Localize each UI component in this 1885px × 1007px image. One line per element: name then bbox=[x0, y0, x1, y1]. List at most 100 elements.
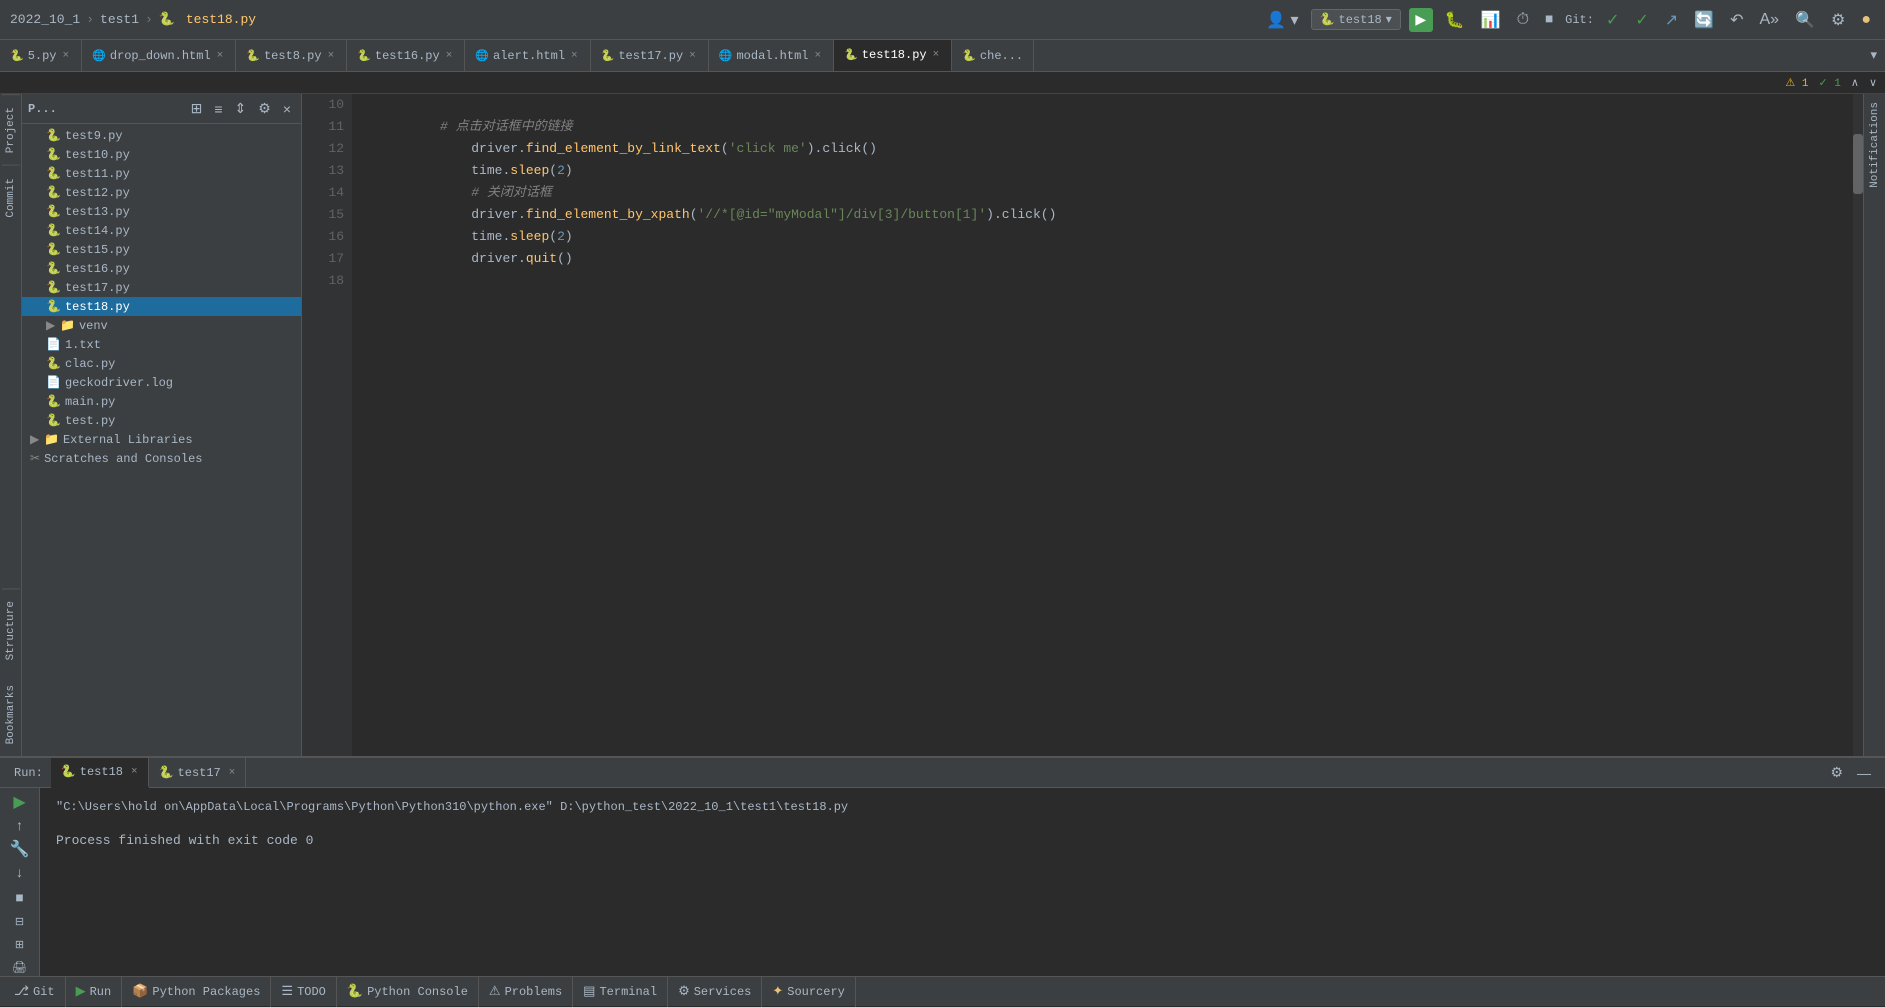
tab-dropdown-html[interactable]: 🌐 drop_down.html × bbox=[82, 40, 236, 72]
tree-item-test18[interactable]: 🐍 test18.py bbox=[22, 297, 301, 316]
tab-close-alert[interactable]: × bbox=[569, 50, 580, 62]
tab-5py[interactable]: 🐍 5.py × bbox=[0, 40, 82, 72]
status-python-console[interactable]: 🐍 Python Console bbox=[337, 977, 479, 1007]
run-scroll-up-button[interactable]: ↑ bbox=[5, 816, 35, 835]
run-settings-button[interactable]: ⚙ bbox=[1826, 762, 1847, 783]
tab-test17py[interactable]: 🐍 test17.py × bbox=[591, 40, 709, 72]
branch-selector[interactable]: 🐍 test18 ▾ bbox=[1311, 9, 1401, 30]
status-python-packages[interactable]: 📦 Python Packages bbox=[122, 977, 271, 1007]
project-toolbar-layout[interactable]: ⊞ bbox=[187, 98, 207, 119]
expand-issues-button[interactable]: ∧ bbox=[1851, 76, 1859, 90]
tab-close-test16[interactable]: × bbox=[444, 50, 455, 62]
breadcrumb-part1[interactable]: 2022_10_1 bbox=[10, 12, 80, 27]
tree-item-geckodriver[interactable]: 📄 geckodriver.log bbox=[22, 373, 301, 392]
stop-button[interactable]: ⏹ bbox=[1541, 9, 1557, 31]
debug-button[interactable]: 🐛 bbox=[1441, 8, 1469, 32]
avatar-button[interactable]: ● bbox=[1857, 9, 1875, 31]
tab-overflow-button[interactable]: ▾ bbox=[1862, 48, 1885, 63]
git-merge-button[interactable]: ✓ bbox=[1631, 8, 1652, 32]
run-tab-close-test17[interactable]: × bbox=[229, 767, 236, 779]
sidebar-tab-structure[interactable]: Structure bbox=[2, 588, 20, 672]
profile-run-button[interactable]: ⏱ bbox=[1513, 9, 1533, 31]
tab-modal-html[interactable]: 🌐 modal.html × bbox=[709, 40, 834, 72]
status-services[interactable]: ⚙ Services bbox=[668, 977, 762, 1007]
tab-test8py[interactable]: 🐍 test8.py × bbox=[236, 40, 347, 72]
translate-button[interactable]: A» bbox=[1755, 9, 1783, 31]
tree-item-test11[interactable]: 🐍 test11.py bbox=[22, 164, 301, 183]
tab-alert-html[interactable]: 🌐 alert.html × bbox=[465, 40, 590, 72]
search-button[interactable]: 🔍 bbox=[1791, 8, 1819, 32]
project-toolbar-close[interactable]: × bbox=[279, 99, 295, 119]
tree-item-test[interactable]: 🐍 test.py bbox=[22, 411, 301, 430]
collapse-issues-button[interactable]: ∨ bbox=[1869, 76, 1877, 90]
tab-close-test8[interactable]: × bbox=[326, 50, 337, 62]
run-tab-test17[interactable]: 🐍 test17 × bbox=[149, 758, 247, 788]
profile-button[interactable]: 👤 ▾ bbox=[1262, 8, 1302, 32]
scrollbar-thumb[interactable] bbox=[1853, 134, 1863, 194]
sidebar-tab-bookmarks[interactable]: Bookmarks bbox=[2, 673, 20, 756]
expand-arrow[interactable]: ▶ bbox=[30, 432, 44, 447]
sidebar-tab-project[interactable]: Project bbox=[2, 94, 20, 165]
tab-test16py[interactable]: 🐍 test16.py × bbox=[347, 40, 465, 72]
tree-item-scratches[interactable]: ✂ Scratches and Consoles bbox=[22, 449, 301, 468]
tree-item-test13[interactable]: 🐍 test13.py bbox=[22, 202, 301, 221]
run-button[interactable]: ▶ bbox=[1409, 8, 1433, 32]
run-minimize-button[interactable]: — bbox=[1853, 763, 1875, 783]
run-layout-button[interactable]: ⊟ bbox=[5, 912, 35, 931]
editor-area: 10 11 12 13 14 15 16 17 18 # 点击对话框中的链接 d… bbox=[302, 94, 1863, 756]
tree-item-test9[interactable]: 🐍 test9.py bbox=[22, 126, 301, 145]
tree-item-test15[interactable]: 🐍 test15.py bbox=[22, 240, 301, 259]
git-check-button[interactable]: ✓ bbox=[1602, 8, 1623, 32]
status-problems[interactable]: ⚠ Problems bbox=[479, 977, 573, 1007]
todo-icon: ☰ bbox=[281, 984, 293, 999]
run-print-button[interactable]: 🖨 bbox=[5, 957, 35, 976]
undo-button[interactable]: ↶ bbox=[1726, 8, 1747, 32]
git-update-button[interactable]: 🔄 bbox=[1690, 8, 1718, 32]
coverage-button[interactable]: 📊 bbox=[1477, 8, 1505, 32]
run-tab-test18[interactable]: 🐍 test18 × bbox=[51, 758, 149, 788]
sidebar-tab-commit[interactable]: Commit bbox=[2, 165, 20, 230]
tree-item-main[interactable]: 🐍 main.py bbox=[22, 392, 301, 411]
project-toolbar-settings[interactable]: ⚙ bbox=[254, 98, 275, 119]
status-run[interactable]: ▶ Run bbox=[66, 977, 123, 1007]
line-numbers: 10 11 12 13 14 15 16 17 18 bbox=[302, 94, 352, 756]
run-controls: ▶ ↑ 🔧 ↓ ⏹ ⊟ ⊞ 🖨 bbox=[0, 788, 40, 976]
git-push-button[interactable]: ↗ bbox=[1661, 8, 1682, 32]
tree-item-venv[interactable]: ▶ 📁 venv bbox=[22, 316, 301, 335]
tree-expand-arrow[interactable]: ▶ bbox=[46, 318, 60, 333]
run-scroll-down-button[interactable]: ↓ bbox=[5, 863, 35, 882]
run-play-button[interactable]: ▶ bbox=[5, 792, 35, 812]
breadcrumb-part2[interactable]: test1 bbox=[100, 12, 139, 27]
tab-close-dropdown[interactable]: × bbox=[215, 50, 226, 62]
code-editor[interactable]: # 点击对话框中的链接 driver.find_element_by_link_… bbox=[352, 94, 1853, 756]
tree-item-test12[interactable]: 🐍 test12.py bbox=[22, 183, 301, 202]
run-wrench-button[interactable]: 🔧 bbox=[5, 839, 35, 859]
tree-item-test16[interactable]: 🐍 test16.py bbox=[22, 259, 301, 278]
tab-che[interactable]: 🐍 che... bbox=[952, 40, 1034, 72]
status-git[interactable]: ⎇ Git bbox=[4, 977, 66, 1007]
tab-close-test18[interactable]: × bbox=[931, 49, 942, 61]
status-sourcery[interactable]: ✦ Sourcery bbox=[762, 977, 856, 1007]
tab-test18py[interactable]: 🐍 test18.py × bbox=[834, 40, 952, 72]
tree-item-1txt[interactable]: 📄 1.txt bbox=[22, 335, 301, 354]
tree-item-clac[interactable]: 🐍 clac.py bbox=[22, 354, 301, 373]
editor-scrollbar[interactable] bbox=[1853, 94, 1863, 756]
tab-close-modal[interactable]: × bbox=[812, 50, 823, 62]
settings-button[interactable]: ⚙ bbox=[1827, 8, 1849, 32]
run-tab-close-test18[interactable]: × bbox=[131, 766, 138, 778]
tree-item-test17[interactable]: 🐍 test17.py bbox=[22, 278, 301, 297]
tab-close-5py[interactable]: × bbox=[61, 50, 72, 62]
tree-item-test10[interactable]: 🐍 test10.py bbox=[22, 145, 301, 164]
status-todo[interactable]: ☰ TODO bbox=[271, 977, 336, 1007]
status-terminal[interactable]: ▤ Terminal bbox=[573, 977, 668, 1007]
run-stop-button[interactable]: ⏹ bbox=[5, 889, 35, 908]
code-line-14: driver.find_element_by_xpath('//*[@id="m… bbox=[362, 182, 1843, 204]
project-toolbar-expand[interactable]: ⇕ bbox=[231, 98, 251, 119]
tree-item-test14[interactable]: 🐍 test14.py bbox=[22, 221, 301, 240]
warning-count: 1 bbox=[1802, 78, 1809, 90]
run-layout2-button[interactable]: ⊞ bbox=[5, 935, 35, 954]
tab-close-test17[interactable]: × bbox=[687, 50, 698, 62]
project-toolbar-sort[interactable]: ≡ bbox=[210, 99, 226, 119]
tree-item-external-libraries[interactable]: ▶ 📁 External Libraries bbox=[22, 430, 301, 449]
notifications-label[interactable]: Notifications bbox=[1869, 94, 1881, 196]
